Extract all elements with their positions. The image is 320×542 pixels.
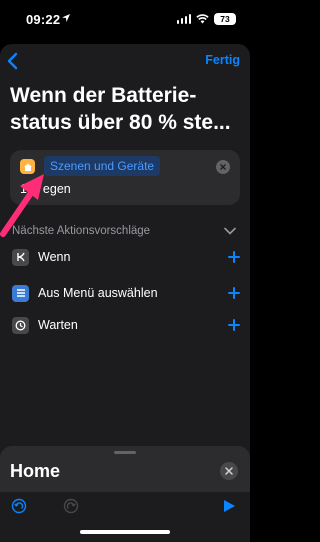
- clock-icon: [12, 316, 29, 334]
- page-title[interactable]: Wenn der Batterie- status über 80 % ste.…: [10, 82, 242, 136]
- suggestion-menu[interactable]: Aus Menü auswählen: [12, 282, 240, 304]
- suggestion-label: Warten: [38, 318, 78, 332]
- cellular-signal-icon: [176, 14, 191, 24]
- home-indicator: [80, 530, 170, 534]
- add-icon[interactable]: [228, 287, 240, 299]
- battery-level: 73: [214, 13, 236, 25]
- branch-icon: [12, 248, 29, 266]
- clear-circle-icon[interactable]: [216, 160, 230, 174]
- menu-list-icon: [12, 284, 29, 302]
- home-icon: [20, 159, 35, 174]
- back-button[interactable]: [6, 52, 20, 70]
- action-card[interactable]: Szenen und Geräte 1… egen: [10, 150, 240, 205]
- suggestions-header: Nächste Aktionsvorschläge: [12, 225, 151, 237]
- redo-icon[interactable]: [63, 498, 79, 514]
- panel-title: Home: [10, 461, 61, 481]
- suggestion-wenn[interactable]: Wenn: [12, 246, 240, 268]
- wifi-icon: [196, 14, 209, 24]
- play-icon[interactable]: [223, 499, 236, 513]
- add-icon[interactable]: [228, 319, 240, 331]
- suggestion-label: Wenn: [38, 250, 71, 264]
- undo-icon[interactable]: [11, 498, 27, 514]
- location-arrow-icon: [62, 14, 70, 22]
- done-button[interactable]: Fertig: [205, 53, 240, 67]
- status-indicators: 73: [176, 13, 236, 25]
- suggestion-label: Aus Menü auswählen: [38, 286, 158, 300]
- action-card-text: 1… egen: [20, 182, 71, 196]
- chevron-down-icon[interactable]: [224, 227, 236, 235]
- bottom-toolbar: [0, 492, 250, 542]
- status-bar: 09:22 73: [0, 0, 250, 40]
- close-icon[interactable]: [220, 462, 238, 480]
- status-time: 09:22: [26, 12, 61, 27]
- scenes-devices-chip[interactable]: Szenen und Geräte: [44, 156, 161, 176]
- chevron-left-icon: [7, 52, 18, 70]
- panel-grabber[interactable]: [114, 451, 136, 454]
- add-icon[interactable]: [228, 251, 240, 263]
- suggestion-warten[interactable]: Warten: [12, 314, 240, 336]
